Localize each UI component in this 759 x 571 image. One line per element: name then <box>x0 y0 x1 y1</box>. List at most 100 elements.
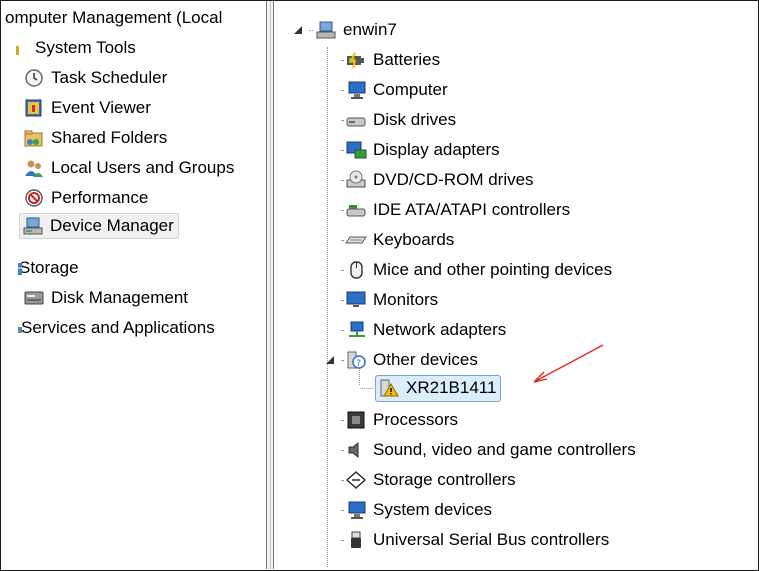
expand-arrow-icon[interactable] <box>325 234 337 246</box>
category-label: Processors <box>373 410 459 429</box>
category-label: Network adapters <box>373 320 507 339</box>
tree-item-services-applications[interactable]: Services and Applications <box>9 313 215 343</box>
expand-arrow-icon[interactable] <box>325 324 337 336</box>
category-label: Monitors <box>373 290 439 309</box>
expand-arrow-icon[interactable] <box>325 54 337 66</box>
device-label: XR21B1411 <box>406 378 497 397</box>
tree-item-event-viewer[interactable]: Event Viewer <box>23 93 151 123</box>
expand-arrow-icon[interactable] <box>325 414 337 426</box>
mouse-icon <box>345 260 367 280</box>
tree-connector <box>341 149 343 151</box>
expand-arrow-icon[interactable] <box>325 444 337 456</box>
tree-item-device-manager[interactable]: Device Manager <box>19 211 179 241</box>
services-applications-label: Services and Applications <box>21 318 215 337</box>
tree-root-label: omputer Management (Local <box>5 8 223 27</box>
device-tree[interactable]: enwin7 Batteries Computer Disk drives Di… <box>275 1 757 569</box>
category-label: Mice and other pointing devices <box>373 260 613 279</box>
tree-root-enwin7[interactable]: enwin7 <box>293 15 397 45</box>
storage-controller-icon <box>345 470 367 490</box>
expand-arrow-icon[interactable] <box>325 264 337 276</box>
shared-folders-label: Shared Folders <box>51 128 168 147</box>
expand-arrow-icon[interactable] <box>325 504 337 516</box>
category-usb-controllers[interactable]: Universal Serial Bus controllers <box>325 525 609 555</box>
tree-root-computer-management[interactable]: omputer Management (Local <box>5 3 222 33</box>
local-users-label: Local Users and Groups <box>51 158 235 177</box>
expand-arrow-icon[interactable] <box>325 174 337 186</box>
speaker-icon <box>345 440 367 460</box>
usb-icon <box>345 530 367 550</box>
tree-connector <box>341 419 343 421</box>
task-scheduler-label: Task Scheduler <box>51 68 168 87</box>
storage-icon <box>9 258 22 278</box>
category-label: Storage controllers <box>373 470 516 489</box>
category-label: DVD/CD-ROM drives <box>373 170 534 189</box>
tree-item-storage[interactable]: Storage <box>9 253 79 283</box>
category-processors[interactable]: Processors <box>325 405 458 435</box>
collapse-arrow-icon[interactable] <box>325 354 337 366</box>
tree-item-disk-management[interactable]: Disk Management <box>23 283 188 313</box>
device-xr21b1411[interactable]: XR21B1411 <box>361 373 502 403</box>
clock-icon <box>23 68 45 88</box>
category-storage-controllers[interactable]: Storage controllers <box>325 465 516 495</box>
tree-connector <box>341 539 343 541</box>
category-label: Disk drives <box>373 110 457 129</box>
expand-arrow-icon[interactable] <box>325 474 337 486</box>
category-batteries[interactable]: Batteries <box>325 45 440 75</box>
tree-connector <box>341 59 343 61</box>
tree-item-performance[interactable]: Performance <box>23 183 148 213</box>
tree-item-shared-folders[interactable]: Shared Folders <box>23 123 167 153</box>
category-label: IDE ATA/ATAPI controllers <box>373 200 571 219</box>
processor-icon <box>345 410 367 430</box>
category-network-adapters[interactable]: Network adapters <box>325 315 506 345</box>
tree-connector <box>341 449 343 451</box>
expand-arrow-icon[interactable] <box>325 144 337 156</box>
category-label: Sound, video and game controllers <box>373 440 636 459</box>
category-keyboards[interactable]: Keyboards <box>325 225 454 255</box>
disk-management-label: Disk Management <box>51 288 189 307</box>
dvd-drive-icon <box>345 170 367 190</box>
category-computer[interactable]: Computer <box>325 75 448 105</box>
category-other-devices[interactable]: ? Other devices <box>325 345 478 375</box>
tree-connector <box>341 179 343 181</box>
services-icon <box>9 318 22 338</box>
expand-arrow-icon[interactable] <box>325 204 337 216</box>
category-system-devices[interactable]: System devices <box>325 495 492 525</box>
selected-device[interactable]: XR21B1411 <box>375 374 502 402</box>
tree-item-task-scheduler[interactable]: Task Scheduler <box>23 63 167 93</box>
tree-item-local-users[interactable]: Local Users and Groups <box>23 153 234 183</box>
performance-label: Performance <box>51 188 149 207</box>
tree-item-system-tools[interactable]: System Tools <box>9 33 136 63</box>
collapse-arrow-icon[interactable] <box>293 24 305 36</box>
system-devices-icon <box>345 500 367 520</box>
tree-connector <box>341 359 343 361</box>
category-dvd-cdrom[interactable]: DVD/CD-ROM drives <box>325 165 534 195</box>
tree-connector <box>309 29 313 31</box>
device-manager-selection[interactable]: Device Manager <box>19 213 179 239</box>
expand-arrow-icon[interactable] <box>325 114 337 126</box>
pane-splitter[interactable] <box>266 1 274 569</box>
disk-drive-icon <box>345 110 367 130</box>
category-mice[interactable]: Mice and other pointing devices <box>325 255 612 285</box>
device-manager-icon <box>22 216 44 236</box>
system-tools-label: System Tools <box>35 38 136 57</box>
expand-arrow-icon[interactable] <box>325 534 337 546</box>
users-icon <box>23 158 45 178</box>
category-display-adapters[interactable]: Display adapters <box>325 135 500 165</box>
expand-arrow-icon[interactable] <box>325 84 337 96</box>
shared-folder-icon <box>23 128 45 148</box>
tree-connector <box>341 479 343 481</box>
category-ide-ata[interactable]: IDE ATA/ATAPI controllers <box>325 195 570 225</box>
network-adapter-icon <box>345 320 367 340</box>
category-label: Universal Serial Bus controllers <box>373 530 610 549</box>
ide-controller-icon <box>345 200 367 220</box>
expand-arrow-icon[interactable] <box>325 294 337 306</box>
warning-device-icon <box>378 378 400 398</box>
category-sound-video-game[interactable]: Sound, video and game controllers <box>325 435 636 465</box>
category-label: Other devices <box>373 350 478 369</box>
monitor-icon <box>345 290 367 310</box>
category-monitors[interactable]: Monitors <box>325 285 438 315</box>
svg-text:?: ? <box>356 359 361 369</box>
battery-icon <box>345 50 367 70</box>
category-disk-drives[interactable]: Disk drives <box>325 105 456 135</box>
console-tree[interactable]: omputer Management (Local System Tools T… <box>1 1 266 569</box>
